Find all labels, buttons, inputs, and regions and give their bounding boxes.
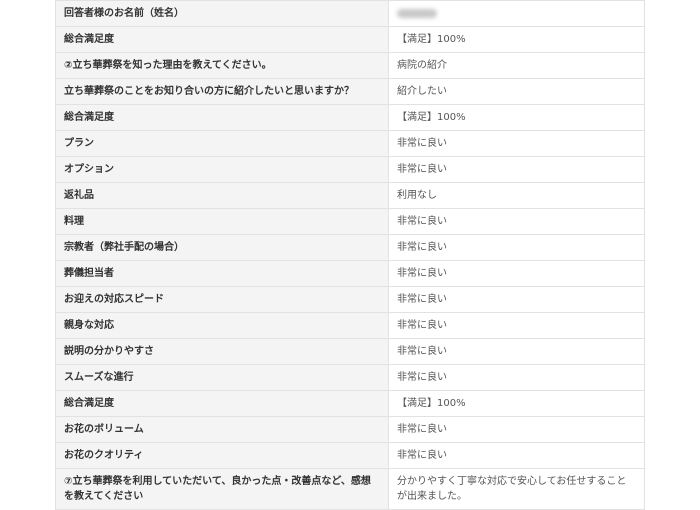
- table-row: 立ち華葬祭のことをお知り合いの方に紹介したいと思いますか？ 紹介したい: [55, 78, 645, 105]
- answer-cell: 非常に良い: [388, 286, 645, 313]
- question-cell: 総合満足度: [55, 104, 389, 131]
- answer-cell: 非常に良い: [388, 364, 645, 391]
- question-cell: お花のクオリティ: [55, 442, 389, 469]
- answer-cell: 【満足】100%: [388, 26, 645, 53]
- question-cell: 料理: [55, 208, 389, 235]
- question-cell: プラン: [55, 130, 389, 157]
- answer-cell: 紹介したい: [388, 78, 645, 105]
- answer-cell: 非常に良い: [388, 260, 645, 287]
- question-cell: 親身な対応: [55, 312, 389, 339]
- table-row: 回答者様のお名前（姓名）: [55, 0, 645, 27]
- answer-cell: 分かりやすく丁寧な対応で安心してお任せすることが出来ました。: [388, 468, 645, 510]
- table-row: お迎えの対応スピード 非常に良い: [55, 286, 645, 313]
- question-cell: 回答者様のお名前（姓名）: [55, 0, 389, 27]
- table-row: お花のボリューム 非常に良い: [55, 416, 645, 443]
- table-row: 説明の分かりやすさ 非常に良い: [55, 338, 645, 365]
- answer-cell: 非常に良い: [388, 234, 645, 261]
- table-row: お花のクオリティ 非常に良い: [55, 442, 645, 469]
- table-row: ⑦立ち華葬祭を利用していただいて、良かった点・改善点など、感想を教えてください …: [55, 468, 645, 510]
- answer-cell: 【満足】100%: [388, 390, 645, 417]
- table-row: 返礼品 利用なし: [55, 182, 645, 209]
- answer-cell: 非常に良い: [388, 130, 645, 157]
- answer-cell: 非常に良い: [388, 312, 645, 339]
- table-row: ②立ち華葬祭を知った理由を教えてください。 病院の紹介: [55, 52, 645, 79]
- answer-cell: 非常に良い: [388, 416, 645, 443]
- survey-results-table: 回答者様のお名前（姓名） 総合満足度 【満足】100% ②立ち華葬祭を知った理由…: [55, 0, 645, 510]
- question-cell: 葬儀担当者: [55, 260, 389, 287]
- redacted-name: [397, 8, 437, 18]
- question-cell: ②立ち華葬祭を知った理由を教えてください。: [55, 52, 389, 79]
- answer-cell: 病院の紹介: [388, 52, 645, 79]
- table-row: 料理 非常に良い: [55, 208, 645, 235]
- question-cell: 総合満足度: [55, 26, 389, 53]
- question-cell: スムーズな進行: [55, 364, 389, 391]
- answer-cell: [388, 0, 645, 27]
- table-row: スムーズな進行 非常に良い: [55, 364, 645, 391]
- table-row: 総合満足度 【満足】100%: [55, 390, 645, 417]
- question-cell: 立ち華葬祭のことをお知り合いの方に紹介したいと思いますか？: [55, 78, 389, 105]
- table-row: プラン 非常に良い: [55, 130, 645, 157]
- question-cell: 返礼品: [55, 182, 389, 209]
- table-row: 総合満足度 【満足】100%: [55, 26, 645, 53]
- question-cell: 宗教者（弊社手配の場合）: [55, 234, 389, 261]
- question-cell: 総合満足度: [55, 390, 389, 417]
- answer-cell: 非常に良い: [388, 156, 645, 183]
- answer-cell: 利用なし: [388, 182, 645, 209]
- answer-cell: 非常に良い: [388, 442, 645, 469]
- question-cell: ⑦立ち華葬祭を利用していただいて、良かった点・改善点など、感想を教えてください: [55, 468, 389, 510]
- answer-cell: 非常に良い: [388, 338, 645, 365]
- table-row: 宗教者（弊社手配の場合） 非常に良い: [55, 234, 645, 261]
- answer-cell: 非常に良い: [388, 208, 645, 235]
- table-row: 葬儀担当者 非常に良い: [55, 260, 645, 287]
- table-row: オプション 非常に良い: [55, 156, 645, 183]
- question-cell: お迎えの対応スピード: [55, 286, 389, 313]
- table-row: 親身な対応 非常に良い: [55, 312, 645, 339]
- question-cell: オプション: [55, 156, 389, 183]
- table-row: 総合満足度 【満足】100%: [55, 104, 645, 131]
- answer-cell: 【満足】100%: [388, 104, 645, 131]
- question-cell: 説明の分かりやすさ: [55, 338, 389, 365]
- question-cell: お花のボリューム: [55, 416, 389, 443]
